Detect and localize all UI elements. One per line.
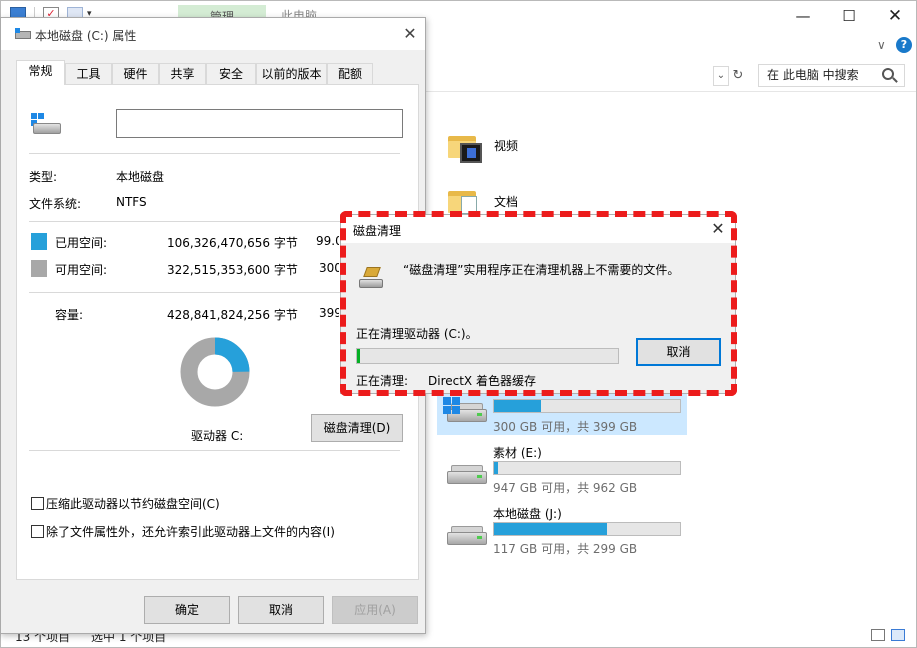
tab-sharing[interactable]: 共享 xyxy=(159,63,206,84)
dialog-titlebar: 本地磁盘 (C:) 属性 ✕ xyxy=(1,18,425,50)
divider xyxy=(29,153,400,154)
drive-free-text: 300 GB 可用，共 399 GB xyxy=(493,420,638,434)
compress-option-label[interactable]: 压缩此驱动器以节约磁盘空间(C) xyxy=(46,495,220,512)
free-space-gb: 300 xyxy=(319,261,339,275)
documents-folder-icon[interactable] xyxy=(448,189,477,214)
tab-tools[interactable]: 工具 xyxy=(65,63,112,84)
drive-usage-bar xyxy=(493,399,681,413)
disk-cleanup-icon xyxy=(359,267,385,289)
drive-large-icon xyxy=(31,113,63,135)
tab-hardware[interactable]: 硬件 xyxy=(112,63,159,84)
close-icon[interactable]: ✕ xyxy=(397,22,423,46)
index-option-label[interactable]: 除了文件属性外，还允许索引此驱动器上文件的内容(I) xyxy=(46,523,335,540)
free-space-swatch xyxy=(31,260,47,277)
tab-previous-versions[interactable]: 以前的版本 xyxy=(256,63,327,84)
free-space-label: 可用空间: xyxy=(55,263,108,277)
expand-ribbon-icon[interactable]: ∨ xyxy=(877,38,886,52)
view-switcher xyxy=(871,628,911,642)
ok-button[interactable]: 确定 xyxy=(144,596,230,624)
help-icon[interactable]: ? xyxy=(896,37,912,53)
cancel-button[interactable]: 取消 xyxy=(238,596,324,624)
search-placeholder: 在 此电脑 中搜索 xyxy=(767,68,859,82)
cleanup-status-label: 正在清理: xyxy=(356,374,409,388)
index-checkbox[interactable] xyxy=(31,525,44,538)
address-dropdown-icon[interactable]: ⌄ xyxy=(713,66,729,86)
hard-drive-icon xyxy=(447,526,487,545)
cleanup-cancel-button[interactable]: 取消 xyxy=(636,338,721,366)
cleanup-progress-bar xyxy=(356,348,619,364)
used-space-label: 已用空间: xyxy=(55,236,108,250)
minimize-icon[interactable]: — xyxy=(780,5,826,27)
free-space-bytes: 322,515,353,600 字节 xyxy=(167,263,298,277)
close-icon[interactable]: ✕ xyxy=(872,5,917,27)
filesystem-label: 文件系统: xyxy=(29,197,82,211)
capacity-gb: 399 xyxy=(319,306,339,320)
folder-label-documents[interactable]: 文档 xyxy=(494,193,518,210)
drive-free-text: 117 GB 可用，共 299 GB xyxy=(493,542,638,556)
tab-quota[interactable]: 配额 xyxy=(327,63,373,84)
cleanup-status-value: DirectX 着色器缓存 xyxy=(428,374,536,388)
tab-security[interactable]: 安全 xyxy=(206,63,256,84)
dialog-title: 磁盘清理 xyxy=(353,224,402,238)
cleanup-drive-text: 正在清理驱动器 (C:)。 xyxy=(356,327,478,341)
dialog-title: 本地磁盘 (C:) 属性 xyxy=(35,29,137,43)
used-space-swatch xyxy=(31,233,47,250)
drive-usage-bar xyxy=(493,522,681,536)
search-icon xyxy=(882,68,894,80)
windows-logo-icon xyxy=(443,397,461,415)
disk-usage-donut xyxy=(180,337,250,407)
drive-name: 本地磁盘 (J:) xyxy=(493,507,562,521)
capacity-label: 容量: xyxy=(55,308,84,322)
drive-tile-e[interactable]: 素材 (E:) 947 GB 可用，共 962 GB xyxy=(437,443,687,495)
used-space-bytes: 106,326,470,656 字节 xyxy=(167,236,298,250)
type-label: 类型: xyxy=(29,170,58,184)
videos-folder-icon[interactable] xyxy=(448,134,482,163)
disk-cleanup-dialog: 磁盘清理 ✕ “磁盘清理”实用程序正在清理机器上不需要的文件。 正在清理驱动器 … xyxy=(340,214,736,394)
drive-usage-bar xyxy=(493,461,681,475)
large-icons-view-icon[interactable] xyxy=(891,629,905,641)
film-icon xyxy=(460,143,482,163)
document-icon xyxy=(461,196,477,214)
dialog-titlebar: 磁盘清理 ✕ xyxy=(341,215,735,243)
filesystem-value: NTFS xyxy=(116,195,147,209)
cleanup-message: “磁盘清理”实用程序正在清理机器上不需要的文件。 xyxy=(403,263,680,277)
volume-name-input[interactable] xyxy=(116,109,403,138)
maximize-icon[interactable]: ☐ xyxy=(826,5,872,27)
hard-drive-icon xyxy=(447,465,487,484)
drive-tile-j[interactable]: 本地磁盘 (J:) 117 GB 可用，共 299 GB xyxy=(437,504,687,556)
folder-label-videos[interactable]: 视频 xyxy=(494,137,518,154)
divider xyxy=(29,450,400,451)
drive-free-text: 947 GB 可用，共 962 GB xyxy=(493,481,638,495)
drive-letter-label: 驱动器 C: xyxy=(191,429,244,443)
search-input[interactable]: 在 此电脑 中搜索 xyxy=(758,64,905,87)
tab-general[interactable]: 常规 xyxy=(16,60,65,85)
close-icon[interactable]: ✕ xyxy=(705,217,731,241)
address-divider xyxy=(426,91,916,92)
drive-name: 素材 (E:) xyxy=(493,446,542,460)
disk-cleanup-button[interactable]: 磁盘清理(D) xyxy=(311,414,403,442)
capacity-bytes: 428,841,824,256 字节 xyxy=(167,308,298,322)
type-value: 本地磁盘 xyxy=(116,170,165,184)
apply-button[interactable]: 应用(A) xyxy=(332,596,418,624)
used-space-gb: 99.0 xyxy=(316,234,339,248)
refresh-icon[interactable]: ↻ xyxy=(729,66,747,86)
details-view-icon[interactable] xyxy=(871,629,885,641)
compress-checkbox[interactable] xyxy=(31,497,44,510)
drive-title-icon xyxy=(15,28,31,40)
